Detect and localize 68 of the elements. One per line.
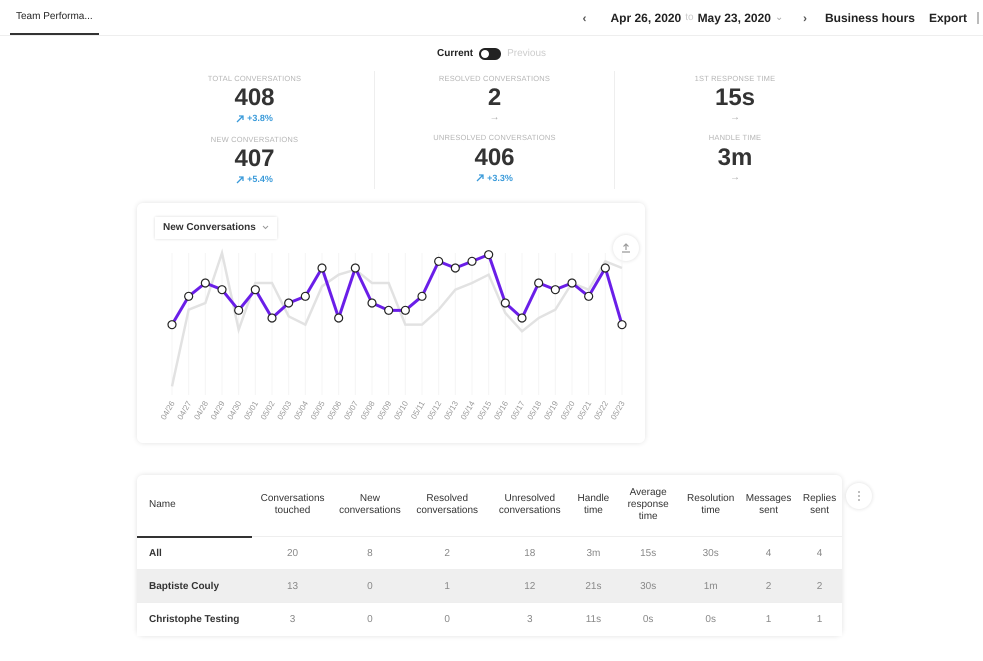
no-change-arrow: → [489,112,500,124]
table-cell: All [137,536,252,570]
table-cell: 13 [252,570,334,602]
table-cell: 2 [797,570,842,602]
trend-up-icon [236,115,244,123]
stat-value: 408 [234,84,275,112]
table-cell: 15s [614,536,682,570]
tab[interactable]: Team Performa... [10,0,99,35]
table-cell: 30s [614,570,682,602]
column-header[interactable]: Average response time [614,474,682,536]
column-header[interactable]: New conversations [333,474,407,536]
column-header[interactable]: Handle time [572,474,615,536]
table-cell: 0s [681,602,740,636]
previous-range-button[interactable]: ‹ [578,8,590,26]
stat-value: 2 [488,84,502,112]
column-header[interactable]: Replies sent [797,474,842,536]
table-cell: 0s [614,602,682,636]
table-cell: 2 [740,570,798,602]
table-cell: 3m [572,536,615,570]
start-date[interactable]: Apr 26, 2020 [610,8,682,26]
table-cell: 20 [252,536,334,570]
table-cell: 2 [406,536,488,570]
period-toggle[interactable] [479,48,502,60]
stat-value: 406 [474,144,515,172]
table-cell: 1 [740,602,798,636]
table-cell: 3 [488,602,572,636]
column-header[interactable]: Resolved conversations [406,474,488,536]
caret-icon [262,225,269,230]
table-cell: Baptiste Couly [137,570,252,602]
table-cell: 0 [333,570,407,602]
no-change-arrow: → [730,172,740,184]
metric-dropdown[interactable]: New Conversations [155,216,277,238]
column-header[interactable]: Messages sent [740,474,798,536]
end-date[interactable]: May 23, 2020 [698,8,771,26]
table-cell: 4 [797,536,842,570]
stat-value: 3m [718,144,752,172]
column-header[interactable]: Unresolved conversations [488,474,572,536]
current-label: Current [436,47,474,61]
table-cell: 1 [797,602,842,636]
table-cell: 11s [572,602,615,636]
table-cell: 0 [333,602,407,636]
table-row[interactable]: All 20 8 2 18 3m 15s 30s 4 4 [137,536,842,570]
stat-value: 407 [234,145,275,173]
next-range-button[interactable]: › [798,8,811,26]
table-cell: 18 [488,536,572,570]
table-cell: 30s [681,536,740,570]
column-header[interactable]: Resolution time [681,474,740,536]
business-hours-button[interactable]: Business hours [824,8,915,26]
trend-change: +5.4% [247,173,273,186]
column-header[interactable]: Conversations touched [252,474,334,536]
table-cell: 0 [406,602,488,636]
no-change-arrow: → [730,112,740,124]
trend-up-icon [476,174,484,182]
table-cell: 1m [681,570,740,602]
trend-change: +3.8% [247,112,273,126]
table-cell: 12 [488,570,572,602]
table-row[interactable]: Christophe Testing 3 0 0 3 11s 0s 0s 1 1 [137,602,842,636]
trend-up-icon [236,176,244,184]
table-cell: Christophe Testing [137,602,252,636]
trend-change: +3.3% [487,172,513,184]
table-cell: 8 [333,536,407,570]
export-button[interactable]: Export [928,8,967,26]
table-cell: 4 [740,536,798,570]
export-chart-icon[interactable] [613,234,639,260]
table-cell: 21s [572,570,615,602]
table-cell: 1 [406,570,488,602]
stat-value: 15s [714,84,756,112]
table-cell: 3 [252,602,334,636]
